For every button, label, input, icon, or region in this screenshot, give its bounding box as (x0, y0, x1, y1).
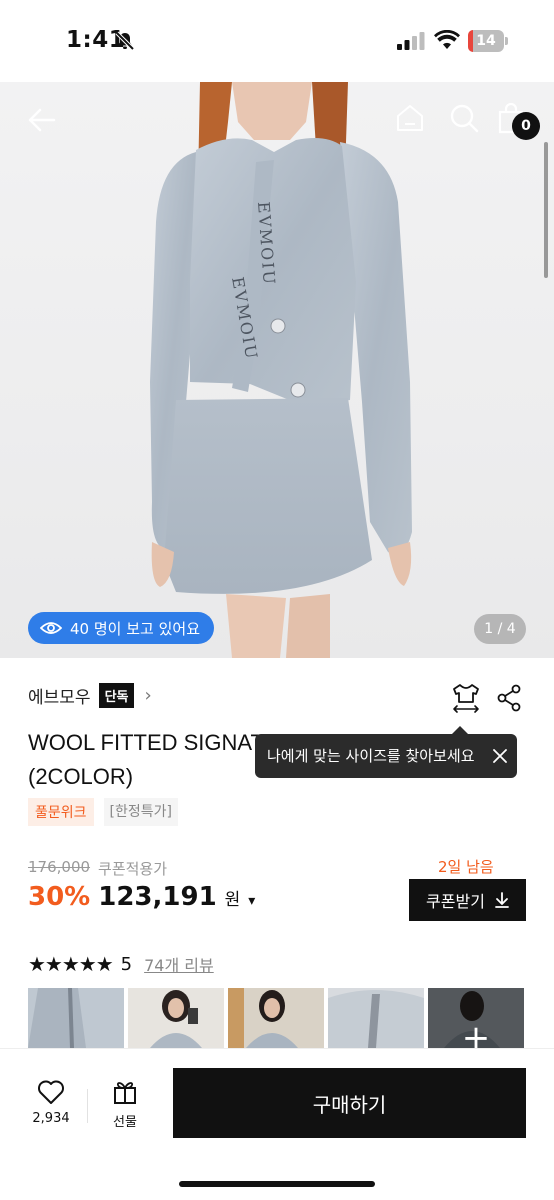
like-button[interactable]: 2,934 (26, 1079, 76, 1135)
home-indicator (179, 1181, 375, 1187)
close-icon[interactable] (492, 748, 508, 764)
size-guide-icon[interactable] (450, 682, 482, 714)
promo-tag-fullmoon: 풀문위크 (28, 798, 94, 826)
review-photo[interactable] (328, 988, 424, 1048)
buy-button-label: 구매하기 (312, 1092, 387, 1117)
tooltip-arrow (452, 726, 468, 734)
promo-tags: 풀문위크 [한정특가] (28, 798, 178, 826)
coupon-price-label: 쿠폰적용가 (98, 860, 168, 878)
gift-icon (114, 1082, 136, 1104)
cart-count-badge: 0 (512, 112, 540, 140)
image-page-counter: 1 / 4 (474, 614, 526, 644)
battery-level: 14 (476, 33, 496, 49)
eye-icon (40, 622, 62, 634)
viewers-text: 40 명이 보고 있어요 (70, 619, 200, 638)
bell-off-icon (115, 31, 135, 51)
exclusive-tag: 단독 (98, 682, 135, 708)
product-image-gallery[interactable]: EVMOIU EVMOIU 0 40 명이 보고 있어요 1 / 4 (0, 82, 554, 658)
review-photo[interactable] (228, 988, 324, 1048)
chevron-right-icon: › (144, 684, 152, 706)
rating-value: 5 (120, 953, 133, 975)
size-tooltip[interactable]: 나에게 맞는 사이즈를 찾아보세요 (255, 734, 517, 778)
coupon-download-button[interactable]: 쿠폰받기 (409, 879, 526, 921)
brand-link[interactable]: 에브모우 단독 › (28, 682, 152, 708)
brand-name: 에브모우 (28, 687, 91, 708)
gift-button[interactable]: 선물 (98, 1079, 152, 1135)
back-arrow-icon[interactable] (26, 104, 58, 136)
currency: 원 (224, 890, 241, 910)
gift-label: 선물 (113, 1115, 137, 1130)
heart-icon (38, 1080, 64, 1104)
home-icon[interactable] (394, 102, 426, 134)
star-icon: ★★★★★ (28, 952, 114, 976)
review-photo[interactable] (128, 988, 224, 1048)
review-photo-more[interactable]: + (428, 988, 524, 1048)
plus-icon: + (428, 988, 524, 1048)
price-row[interactable]: 30% 123,191 원 ▾ (28, 882, 255, 912)
bottom-action-bar: 2,934 선물 구매하기 (0, 1048, 554, 1200)
review-link[interactable]: 74개 리뷰 (144, 952, 214, 976)
coupon-button-label: 쿠폰받기 (426, 892, 485, 911)
battery-indicator: 14 (468, 30, 508, 52)
review-photo[interactable] (28, 988, 124, 1048)
status-bar: 1:41 14 (0, 0, 554, 82)
review-photo-strip: + (28, 988, 526, 1048)
download-icon (495, 892, 509, 908)
viewers-badge: 40 명이 보고 있어요 (28, 612, 214, 644)
promo-tag-limited: [한정특가] (103, 798, 178, 826)
sale-price: 123,191 (98, 882, 217, 912)
wifi-icon (434, 30, 460, 49)
search-icon[interactable] (448, 102, 480, 134)
chevron-down-icon[interactable]: ▾ (248, 893, 255, 909)
discount-rate: 30% (28, 882, 91, 912)
days-left: 2일 남음 (438, 858, 494, 876)
rating-row: ★★★★★ 5 74개 리뷰 (28, 952, 214, 976)
signal-icon (397, 32, 425, 50)
like-count: 2,934 (32, 1111, 70, 1126)
product-photo: EVMOIU EVMOIU (150, 82, 412, 658)
original-price-row: 176,000 쿠폰적용가 (28, 858, 167, 879)
share-icon[interactable] (496, 684, 522, 712)
divider (87, 1089, 88, 1123)
original-price: 176,000 (28, 858, 91, 876)
buy-button[interactable]: 구매하기 (173, 1068, 526, 1138)
scroll-indicator (544, 142, 548, 278)
tooltip-text: 나에게 맞는 사이즈를 찾아보세요 (267, 747, 475, 765)
